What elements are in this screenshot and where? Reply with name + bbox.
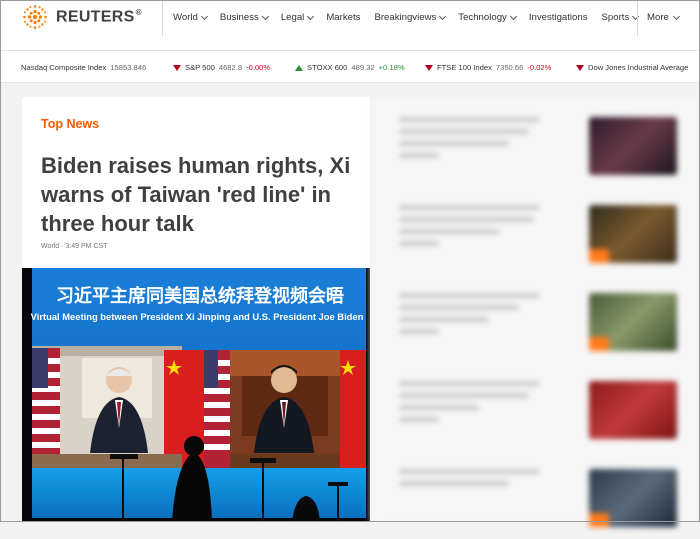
nav-breakingviews[interactable]: Breakingviews [374,12,447,23]
nav-business[interactable]: Business [220,12,269,23]
main-nav: World Business Legal Markets Breakingvie… [173,12,640,23]
sidebar-story[interactable] [399,381,689,451]
sidebar-story[interactable] [399,469,689,539]
sidebar-story[interactable] [399,117,689,187]
nav-investigations[interactable]: Investigations [529,12,588,23]
article-meta: World · 3:49 PM CST [41,243,108,250]
ticker-stoxx600[interactable]: STOXX 600 489.32 +0.18% [295,63,405,72]
reuters-logo-icon [23,5,47,29]
header-divider [637,0,638,36]
chevron-down-icon [439,12,447,20]
sidebar-news-list-blurred [371,97,700,527]
nav-world[interactable]: World [173,12,208,23]
ticker-sp500[interactable]: S&P 500 4682.8 -0.00% [173,63,270,72]
chevron-down-icon [632,12,640,20]
reuters-logo[interactable]: REUTERS® [20,3,142,31]
ticker-nasdaq[interactable]: Nasdaq Composite Index 15853.846 [21,63,146,72]
sidebar-story[interactable] [399,205,689,275]
site-header: REUTERS® World Business Legal Markets Br… [0,0,700,51]
nav-sports[interactable]: Sports [602,12,640,23]
header-divider [162,0,163,36]
up-arrow-icon [295,64,303,71]
down-arrow-icon [425,64,433,71]
news-photo-illustration: 习近平主席同美国总统拜登视频会晤 Virtual Meeting between… [22,268,370,522]
nav-markets[interactable]: Markets [326,12,360,23]
chevron-down-icon [509,12,517,20]
chevron-down-icon [672,12,680,20]
down-arrow-icon [576,64,584,71]
banner-english-text: Virtual Meeting between President Xi Jin… [31,311,364,322]
ticker-ftse100[interactable]: FTSE 100 Index 7350.66 -0.02% [425,63,551,72]
banner-chinese-text: 习近平主席同美国总统拜登视频会晤 [56,285,344,307]
article-image[interactable]: 习近平主席同美国总统拜登视频会晤 Virtual Meeting between… [22,268,370,522]
nav-legal[interactable]: Legal [281,12,315,23]
nav-technology[interactable]: Technology [458,12,517,23]
chevron-down-icon [200,12,208,20]
article-headline[interactable]: Biden raises human rights, Xi warns of T… [41,151,363,238]
market-ticker: Nasdaq Composite Index 15853.846 S&P 500 4… [0,51,700,83]
chevron-down-icon [261,12,269,20]
sidebar-story[interactable] [399,293,689,363]
chevron-down-icon [307,12,315,20]
down-arrow-icon [173,64,181,71]
top-news-card: Top News Biden raises human rights, Xi w… [22,97,370,522]
section-label[interactable]: Top News [41,117,99,131]
nav-more[interactable]: More [647,12,680,23]
logo-wordmark: REUTERS® [56,7,142,26]
ticker-dow-jones[interactable]: Dow Jones Industrial Average [576,63,688,72]
